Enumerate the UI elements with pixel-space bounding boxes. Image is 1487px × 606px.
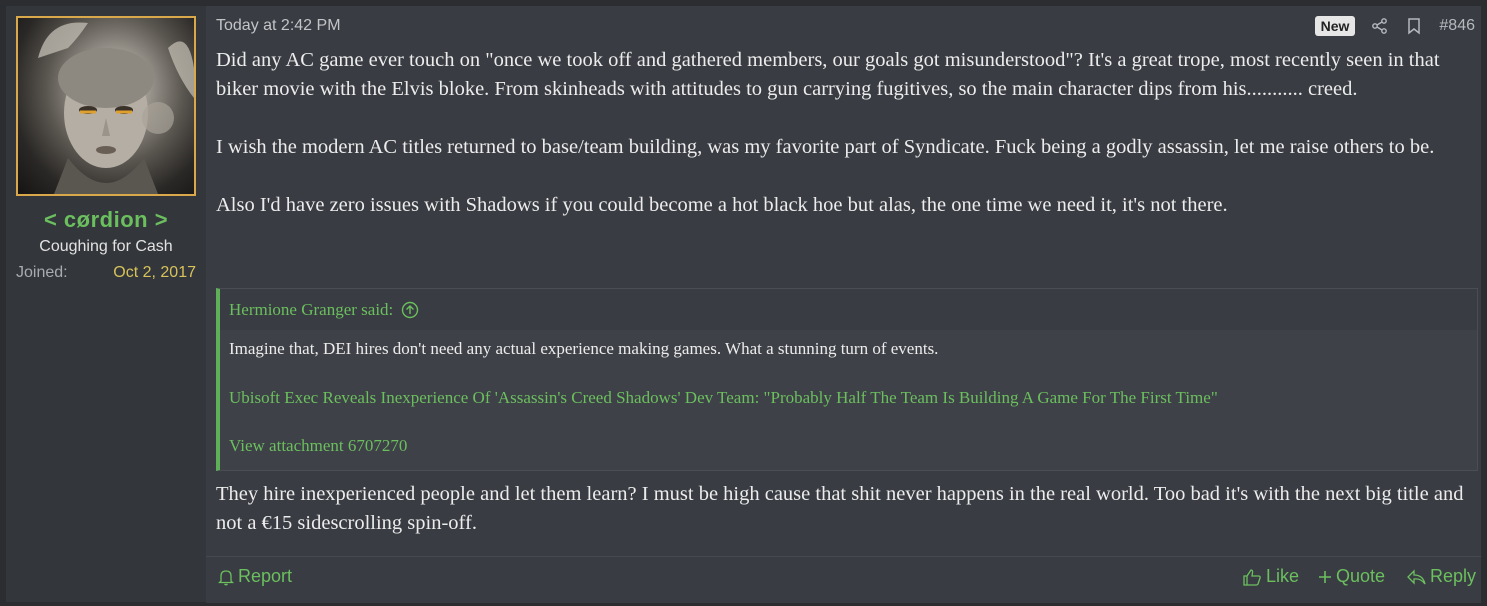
quote-link[interactable]: Ubisoft Exec Reveals Inexperience Of 'As… [220,388,1477,408]
report-label: Report [238,566,293,586]
quote-label: Quote [1336,566,1386,586]
forum-post: < cørdion > Coughing for Cash Joined: Oc… [6,6,1481,603]
post-footer: Report Like Quote Reply [206,556,1481,603]
post-header-actions: New #846 [1314,16,1475,36]
quote-header[interactable]: Hermione Granger said: [220,289,1477,330]
like-button[interactable]: Like [1242,566,1299,587]
like-label: Like [1266,566,1300,586]
quote-button[interactable]: Quote [1318,566,1385,587]
arrow-up-circle-icon [402,301,419,318]
post-timestamp[interactable]: Today at 2:42 PM [216,17,341,35]
post-paragraph: I wish the modern AC titles returned to … [216,136,1435,158]
attachment-link[interactable]: View attachment 6707270 [220,436,1477,456]
user-sidebar: < cørdion > Coughing for Cash Joined: Oc… [6,6,206,602]
joined-label: Joined: [16,264,68,281]
post-number[interactable]: #846 [1439,17,1475,35]
bookmark-icon[interactable] [1405,17,1423,35]
post-paragraph: Did any AC game ever touch on "once we t… [216,49,1440,100]
avatar[interactable] [16,16,196,196]
share-icon[interactable] [1371,17,1389,35]
post-paragraph: Also I'd have zero issues with Shadows i… [216,194,1228,216]
username[interactable]: < cørdion > [6,207,206,233]
reply-button[interactable]: Reply [1406,566,1476,587]
reply-label: Reply [1430,566,1477,586]
report-button[interactable]: Report [218,566,292,587]
new-badge: New [1314,16,1356,36]
quote-block: Hermione Granger said: Imagine that, DEI… [216,288,1478,471]
post-reply-text: They hire inexperienced people and let t… [216,483,1464,534]
reply-icon [1407,568,1426,585]
quote-author[interactable]: Hermione Granger said: [229,290,393,330]
user-title: Coughing for Cash [39,238,173,255]
post-body: Did any AC game ever touch on "once we t… [216,46,1478,220]
quote-text: Imagine that, DEI hires don't need any a… [229,339,939,358]
post-main: Today at 2:42 PM New #846 Did any AC gam… [206,6,1481,603]
bell-icon [218,569,234,585]
joined-date: Oct 2, 2017 [113,264,196,281]
plus-icon [1319,570,1331,583]
thumbs-up-icon [1243,568,1261,586]
